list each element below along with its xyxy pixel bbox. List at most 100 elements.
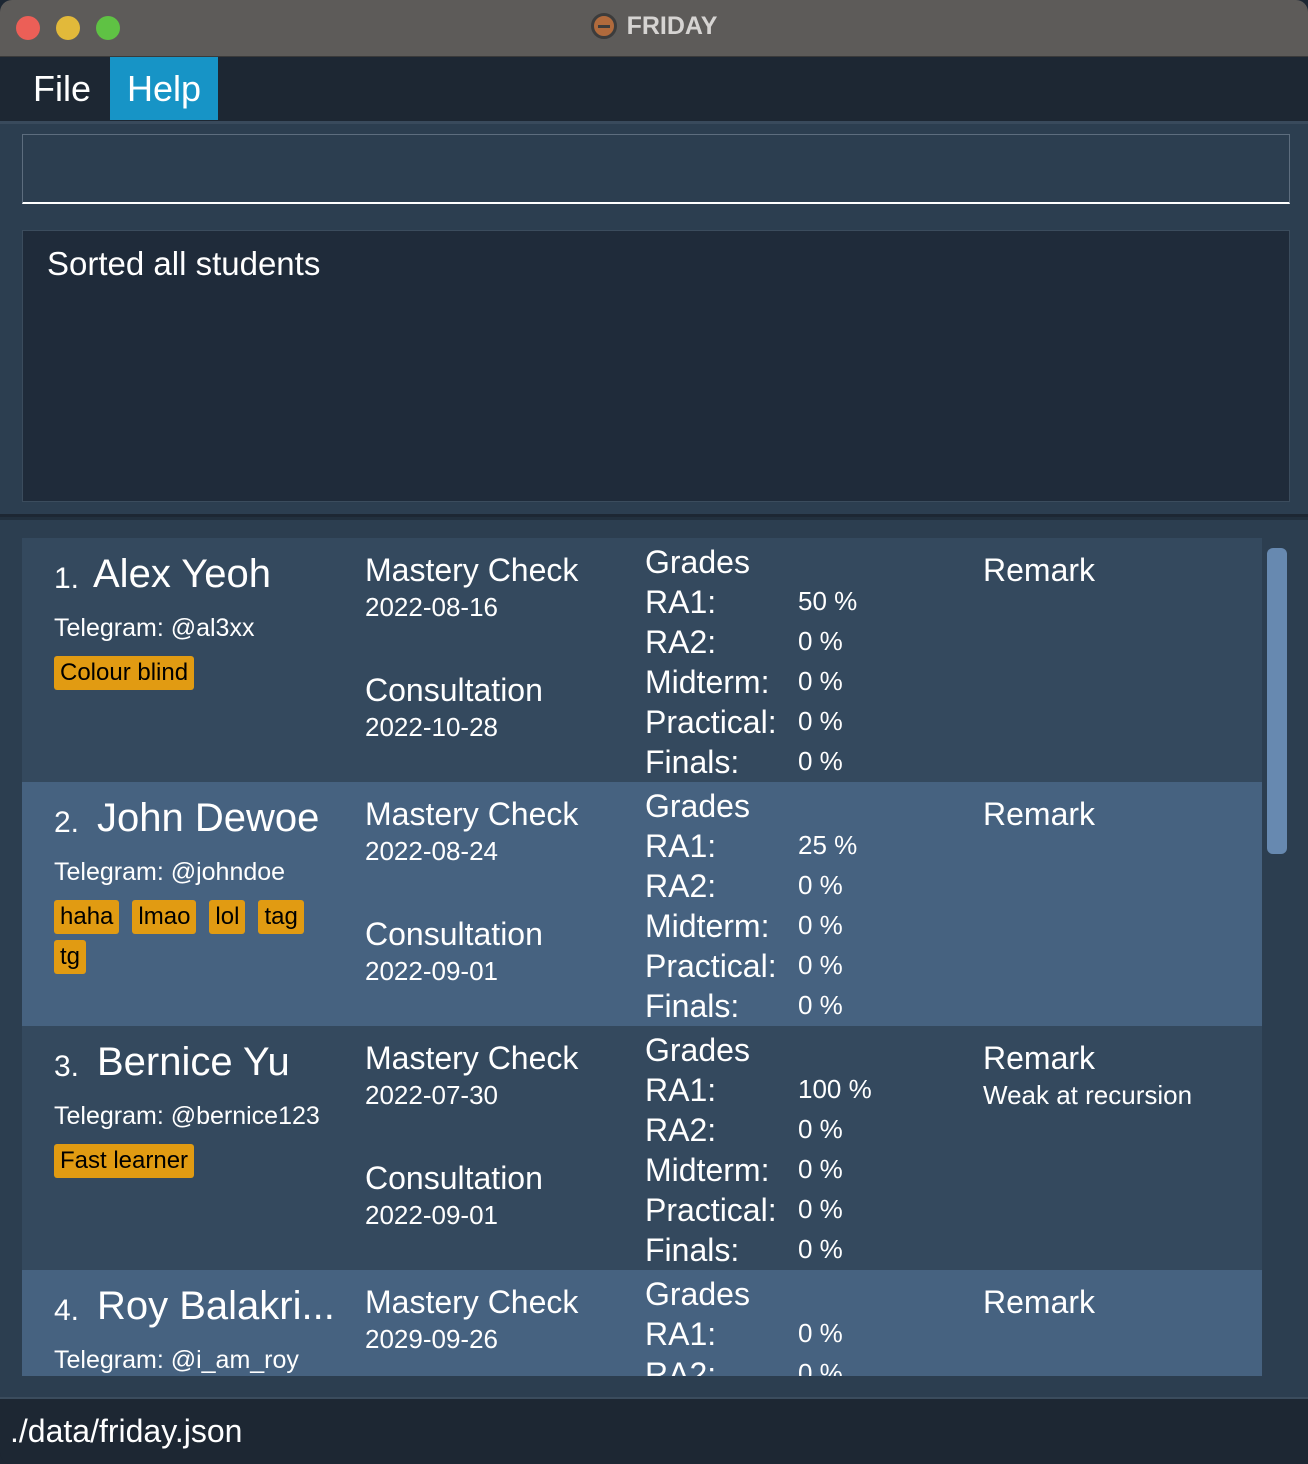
- grade-ra1-value: 25 %: [798, 830, 858, 860]
- tag-badge: Fast learner: [54, 1144, 195, 1178]
- grade-midterm-label: Midterm:: [645, 908, 770, 944]
- tag-badge: Colour blind: [54, 656, 195, 690]
- consultation-label: Consultation: [365, 916, 543, 952]
- tag-badge: lol: [209, 900, 246, 934]
- student-telegram: Telegram: @johndoe: [54, 858, 286, 886]
- grade-practical-label: Practical:: [645, 948, 777, 984]
- student-index: 1.: [54, 562, 80, 595]
- menu-help[interactable]: Help: [110, 57, 218, 120]
- student-name: Roy Balakri...: [97, 1284, 335, 1328]
- remark-label: Remark: [983, 1284, 1096, 1320]
- grade-practical-value: 0 %: [798, 1194, 843, 1224]
- grade-finals-label: Finals:: [645, 1232, 740, 1268]
- student-index: 4.: [54, 1294, 80, 1327]
- tag-badge: lmao: [132, 900, 197, 934]
- student-list-pane: 1. Alex Yeoh Telegram: @al3xx Colour bli…: [0, 517, 1308, 1398]
- student-name: John Dewoe: [97, 796, 320, 840]
- app-logo-icon: [590, 13, 617, 39]
- grade-finals-value: 0 %: [798, 746, 843, 776]
- grade-finals-value: 0 %: [798, 1234, 843, 1264]
- remark-text: Weak at recursion: [983, 1080, 1193, 1110]
- consultation-label: Consultation: [365, 1160, 543, 1196]
- student-tags: Colour blind: [54, 656, 334, 696]
- mastery-check-date: 2022-08-16: [365, 592, 498, 622]
- grade-ra2-value: 0 %: [798, 870, 843, 900]
- remark-label: Remark: [983, 1040, 1096, 1076]
- tag-badge: tg: [54, 940, 87, 974]
- grade-ra1-value: 100 %: [798, 1074, 872, 1104]
- grade-ra2-label: RA2:: [645, 1112, 717, 1148]
- grade-midterm-label: Midterm:: [645, 1152, 770, 1188]
- student-card[interactable]: 2. John Dewoe Telegram: @johndoe haha lma…: [22, 782, 1262, 1026]
- command-input[interactable]: [22, 134, 1290, 204]
- student-card[interactable]: 1. Alex Yeoh Telegram: @al3xx Colour bli…: [22, 538, 1262, 782]
- student-telegram: Telegram: @al3xx: [54, 614, 255, 642]
- grade-practical-label: Practical:: [645, 1192, 777, 1228]
- app-window: FRIDAY File Help Sorted all students 1. …: [0, 0, 1308, 1464]
- grade-ra1-value: 50 %: [798, 586, 858, 616]
- result-text: Sorted all students: [47, 245, 321, 282]
- grade-ra2-value: 0 %: [798, 1358, 843, 1376]
- result-pane: Sorted all students: [0, 218, 1308, 514]
- window-title: FRIDAY: [0, 12, 1308, 41]
- grades-label: Grades: [645, 788, 750, 824]
- grade-ra2-label: RA2:: [645, 624, 717, 660]
- student-name: Alex Yeoh: [93, 552, 271, 596]
- student-card[interactable]: 3. Bernice Yu Telegram: @bernice123 Fast…: [22, 1026, 1262, 1270]
- grade-ra2-label: RA2:: [645, 1356, 717, 1376]
- mastery-check-label: Mastery Check: [365, 796, 579, 832]
- mastery-check-label: Mastery Check: [365, 552, 579, 588]
- remark-label: Remark: [983, 796, 1096, 832]
- window-title-text: FRIDAY: [626, 12, 718, 40]
- grade-finals-value: 0 %: [798, 990, 843, 1020]
- consultation-date: 2022-10-28: [365, 712, 498, 742]
- save-file-path: ./data/friday.json: [10, 1413, 243, 1449]
- grades-label: Grades: [645, 544, 750, 580]
- tag-badge: tag: [258, 900, 304, 934]
- grade-ra2-value: 0 %: [798, 626, 843, 656]
- grade-midterm-value: 0 %: [798, 666, 843, 696]
- menu-file[interactable]: File: [20, 57, 104, 120]
- grade-ra1-label: RA1:: [645, 584, 717, 620]
- student-tags: Fast learner: [54, 1144, 334, 1184]
- consultation-date: 2022-09-01: [365, 1200, 498, 1230]
- consultation-label: Consultation: [365, 672, 543, 708]
- student-name: Bernice Yu: [97, 1040, 290, 1084]
- list-scrollbar-thumb[interactable]: [1267, 548, 1287, 854]
- grade-midterm-label: Midterm:: [645, 664, 770, 700]
- grades-label: Grades: [645, 1276, 750, 1312]
- remark-label: Remark: [983, 552, 1096, 588]
- grade-ra1-label: RA1:: [645, 828, 717, 864]
- mastery-check-date: 2029-09-26: [365, 1324, 498, 1354]
- grade-finals-label: Finals:: [645, 988, 740, 1024]
- command-pane: [0, 121, 1308, 221]
- grades-label: Grades: [645, 1032, 750, 1068]
- mastery-check-date: 2022-07-30: [365, 1080, 498, 1110]
- student-card[interactable]: 4. Roy Balakri... Telegram: @i_am_roy Ma…: [22, 1270, 1262, 1376]
- grade-ra2-label: RA2:: [645, 868, 717, 904]
- result-display: Sorted all students: [22, 230, 1290, 502]
- mastery-check-label: Mastery Check: [365, 1040, 579, 1076]
- grade-ra2-value: 0 %: [798, 1114, 843, 1144]
- student-index: 2.: [54, 806, 80, 839]
- status-bar: ./data/friday.json: [0, 1397, 1308, 1464]
- student-telegram: Telegram: @bernice123: [54, 1102, 320, 1130]
- student-index: 3.: [54, 1050, 80, 1083]
- grade-finals-label: Finals:: [645, 744, 740, 780]
- grade-ra1-label: RA1:: [645, 1072, 717, 1108]
- student-telegram: Telegram: @i_am_roy: [54, 1346, 299, 1374]
- title-bar: FRIDAY: [0, 0, 1308, 57]
- student-list[interactable]: 1. Alex Yeoh Telegram: @al3xx Colour bli…: [22, 538, 1262, 1376]
- menu-bar: File Help: [0, 57, 1308, 121]
- grade-practical-value: 0 %: [798, 950, 843, 980]
- tag-badge: haha: [54, 900, 120, 934]
- grade-midterm-value: 0 %: [798, 1154, 843, 1184]
- consultation-date: 2022-09-01: [365, 956, 498, 986]
- grade-practical-label: Practical:: [645, 704, 777, 740]
- mastery-check-date: 2022-08-24: [365, 836, 498, 866]
- grade-ra1-label: RA1:: [645, 1316, 717, 1352]
- grade-midterm-value: 0 %: [798, 910, 843, 940]
- mastery-check-label: Mastery Check: [365, 1284, 579, 1320]
- grade-practical-value: 0 %: [798, 706, 843, 736]
- student-tags: haha lmao lol tag tg: [54, 900, 334, 980]
